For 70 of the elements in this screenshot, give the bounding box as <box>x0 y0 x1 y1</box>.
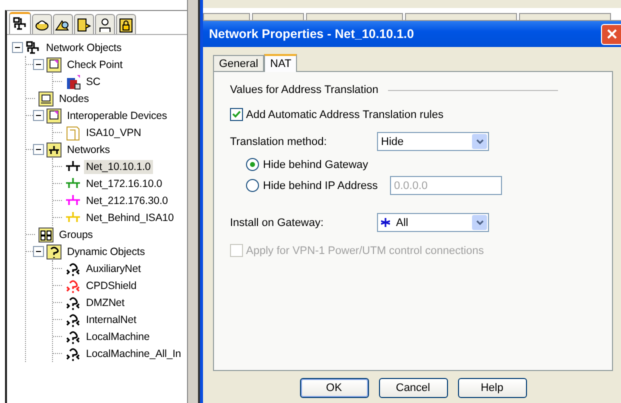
tree-item[interactable]: Networks <box>65 142 112 156</box>
groups-icon <box>38 226 54 242</box>
close-icon <box>606 28 618 40</box>
question-folder-icon <box>46 244 62 260</box>
splitter-bar[interactable] <box>187 0 200 403</box>
network-folder-icon <box>46 142 62 158</box>
gateway-icon <box>65 74 81 90</box>
tree-item[interactable]: InternalNet <box>84 312 138 326</box>
minus-icon <box>35 112 42 119</box>
server-icon <box>76 16 92 32</box>
folder-icon <box>46 56 62 72</box>
radio-button[interactable] <box>246 158 259 171</box>
tree-item[interactable]: ISA10_VPN <box>84 126 144 140</box>
tab[interactable]: NAT <box>264 54 298 72</box>
network-icon <box>25 40 41 56</box>
tree-item[interactable]: Net_172.16.10.0 <box>84 176 164 190</box>
star-icon <box>381 218 390 227</box>
minus-icon <box>35 61 42 68</box>
collapse-toggle[interactable] <box>12 42 23 53</box>
tree-item[interactable]: Net_Behind_ISA10 <box>84 210 176 224</box>
checkbox-label: Apply for VPN-1 Power/UTM control connections <box>246 244 484 256</box>
tree-item[interactable]: Net_212.176.30.0 <box>84 194 170 208</box>
dialog-button[interactable]: Help <box>458 378 526 398</box>
tree-item[interactable]: DMZNet <box>84 296 126 310</box>
collapse-toggle[interactable] <box>33 59 44 70</box>
tree-item[interactable]: LocalMachine <box>84 330 152 344</box>
close-button[interactable] <box>601 24 621 44</box>
tree-item[interactable]: LocalMachine_All_In <box>84 346 183 360</box>
network-icon <box>12 16 28 32</box>
field-label: Install on Gateway: <box>230 216 325 228</box>
tree-item[interactable]: Dynamic Objects <box>65 244 147 258</box>
field-label: Translation method: <box>230 136 328 148</box>
dialog-button[interactable]: OK <box>300 378 368 398</box>
collapse-toggle[interactable] <box>33 144 44 155</box>
lock-icon <box>118 16 134 32</box>
tree-item[interactable]: Network Objects <box>44 40 124 54</box>
object-type-tab[interactable] <box>116 14 136 34</box>
tree-item[interactable]: Net_10.10.1.0 <box>84 160 153 174</box>
tab[interactable]: General <box>213 55 264 71</box>
minus-icon <box>35 146 42 153</box>
tree-item[interactable]: SC <box>84 74 102 88</box>
tree-item[interactable]: Interoperable Devices <box>65 108 170 122</box>
user-icon <box>97 16 113 32</box>
gateway-dropdown[interactable]: All <box>377 213 489 232</box>
dialog-button[interactable]: Cancel <box>378 378 448 398</box>
tree-item[interactable]: CPDShield <box>84 278 138 292</box>
radio-label: Hide behind IP Address <box>263 180 379 192</box>
translation-method-dropdown[interactable]: Hide <box>377 132 489 151</box>
minus-icon <box>35 248 42 255</box>
checkbox[interactable] <box>230 108 243 121</box>
collapse-toggle[interactable] <box>33 246 44 257</box>
folder-icon <box>46 108 62 124</box>
tree-item[interactable]: Nodes <box>57 92 91 106</box>
radio-button[interactable] <box>246 179 259 192</box>
tree-item[interactable]: Groups <box>57 228 95 242</box>
collapse-toggle[interactable] <box>33 110 44 121</box>
object-type-tab[interactable] <box>53 14 73 34</box>
window-title: Network Properties - Net_10.10.1.0 <box>209 27 414 41</box>
object-type-tab[interactable] <box>74 14 94 34</box>
tree-item[interactable]: AuxiliaryNet <box>84 262 143 276</box>
object-type-tab[interactable] <box>95 14 115 34</box>
minus-icon <box>14 44 21 51</box>
object-type-tab[interactable] <box>32 14 52 34</box>
computer-icon <box>38 90 54 106</box>
tree-item[interactable]: Check Point <box>65 58 125 72</box>
document-icon <box>65 124 81 140</box>
object-type-tab[interactable] <box>9 12 31 34</box>
checkbox-label: Add Automatic Address Translation rules <box>246 108 444 120</box>
radio-label: Hide behind Gateway <box>263 158 370 170</box>
section-title: Values for Address Translation <box>230 84 378 96</box>
